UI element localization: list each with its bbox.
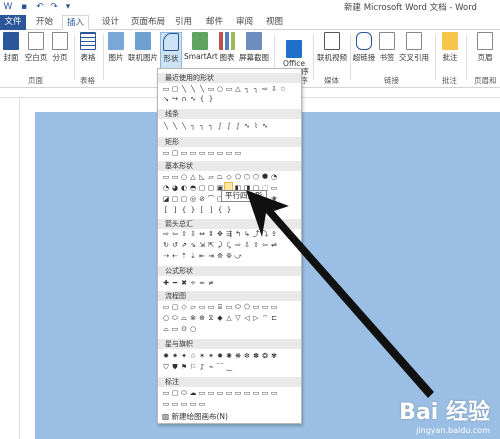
baidu-logo: Bai 经验 [399,400,490,425]
page-break-button[interactable]: 分页 [50,32,70,63]
tooltip: 平行四边形 [221,190,267,202]
section-stars-banners: 星与旗帜 [158,339,301,349]
group-label-tables: 表格 [80,76,95,85]
screenshot-button[interactable]: 屏幕截图 [238,32,270,63]
word-logo-icon: W [3,2,13,12]
shape-row[interactable]: []{}[]{} [162,206,298,215]
smartart-button[interactable]: SmartArt [184,32,218,61]
shape-row[interactable]: ○ ⬭ ⌓ ⊗ ⊕ ⧖ ◆ △ ▽ ◁ ▷ ⌔ ⊏ [162,314,298,323]
picture-icon [108,32,124,50]
header-button[interactable]: 页眉 [474,32,496,63]
section-lines: 线条 [158,109,301,119]
tab-view[interactable]: 视图 [262,15,287,30]
section-equation-shapes: 公式形状 [158,266,301,276]
table-button[interactable]: 表格 [78,32,98,63]
group-label-comments: 批注 [442,76,457,85]
shapes-button[interactable]: 形状 [160,32,182,72]
baidu-watermark: Bai 经验 jingyan.baidu.com [399,394,490,435]
cover-page-button[interactable]: 封面 [1,32,21,63]
shape-row[interactable]: ▭ ▢ ╲ ╲ ╲ ▭ ○ ▭ △ ┐ ┐ ⇨ ⇩ ☆ [162,85,298,94]
shape-row[interactable]: ⇨ ⇦ ⇧ ⇩ ⇔ ⇕ ✥ ⇶ ↰ ↳ ⤴ ⤵ ⇪ [162,230,298,239]
section-callouts: 标注 [158,377,301,387]
shape-row[interactable]: ▭ ▢ ◇ ▱ ▭ ▭ ⌸ ▭ ⬭ ⬠ ▭ ▭ ▭ [162,303,298,312]
shape-row[interactable]: ▭ ▭ ○ △ ◺ ▱ ⏢ ◇ ⬠ ⬡ ⬡ ⯃ ◔ [162,173,298,182]
blank-page-button[interactable]: 空白页 [23,32,49,63]
shape-row[interactable]: ▭ ▢ ▭ ▭ ▭ ▭ ▭ ▭ ▭ [162,149,298,158]
online-picture-icon [135,32,151,50]
group-label-media: 媒体 [324,76,339,85]
hyperlink-button[interactable]: 超链接 [352,32,376,63]
group-label-pages: 页面 [28,76,43,85]
new-drawing-canvas-item[interactable]: ▨ 新建绘图画布(N) [162,411,228,422]
blank-page-icon [28,32,44,50]
tab-home[interactable]: 开始 [32,15,57,30]
shape-row[interactable]: ⌓ ▭ ⊙ ○ [162,325,298,334]
shape-row[interactable]: ⇢ ⇠ ⇡ ⇣ ⇤ ⇥ ⟰ ⟱ ⤻ [162,252,298,261]
new-drawing-canvas-label: 新建绘图画布(N) [171,412,228,421]
table-icon [80,32,96,50]
comment-button[interactable]: 批注 [440,32,460,63]
undo-icon[interactable]: ↶ [34,1,46,13]
shape-row[interactable]: ⛉ ⛊ ⚑ ⚐ ⎎ ⌁ ⏜ ⏝ [162,363,298,372]
section-basic-shapes: 基本形状 [158,161,301,171]
comment-icon [442,32,458,50]
chart-icon [219,32,235,50]
section-flowchart: 流程图 [158,291,301,301]
smartart-icon [192,32,208,50]
header-icon [477,32,493,50]
shape-row[interactable]: ✚ ━ ✖ ÷ ═ ≠ [162,279,298,288]
shape-row[interactable]: ↘ ↪ ∩ ∿{} [162,95,298,104]
section-block-arrows: 箭头总汇 [158,219,301,229]
picture-button[interactable]: 图片 [106,32,126,63]
ribbon-tabs: 文件 开始 插入 设计 页面布局 引用 邮件 审阅 视图 [0,14,500,30]
tab-design[interactable]: 设计 [98,15,123,30]
page-break-icon [52,32,68,50]
section-rectangles: 矩形 [158,137,301,147]
online-picture-button[interactable]: 联机图片 [128,32,158,63]
chart-button[interactable]: 图表 [218,32,236,63]
cross-reference-icon [406,32,422,50]
online-video-button[interactable]: 联机视频 [316,32,348,63]
office-store-icon [286,40,302,58]
watermark-url: jingyan.baidu.com [416,426,490,435]
tab-mailings[interactable]: 邮件 [202,15,227,30]
shape-row[interactable]: ▭ ▢ ⬭ ☁ ▭ ▭ ▭ ▭ ▭ ▭ ▭ ▭ ▭ [162,389,298,398]
tab-file[interactable]: 文件 [0,15,26,30]
bookmark-icon [379,32,395,50]
shapes-gallery: 最近使用的形状 ▭ ▢ ╲ ╲ ╲ ▭ ○ ▭ △ ┐ ┐ ⇨ ⇩ ☆ ↘ ↪ ∩ ∿{} 线条 ╲ ╲ ╲ ┐ ┐ ┐ ∫… [157,68,302,424]
title-bar: W ▪ ↶ ↷ ▾ 新建 Microsoft Word 文档 - Word [0,0,500,14]
vertical-ruler[interactable] [0,98,20,439]
cross-reference-button[interactable]: 交叉引用 [398,32,430,63]
group-label-links: 链接 [384,76,399,85]
section-recent-shapes: 最近使用的形状 [158,73,301,83]
redo-icon[interactable]: ↷ [48,1,60,13]
shape-row[interactable]: ▭ ▭ ▭ ▭ ▭ [162,400,298,409]
screenshot-icon [246,32,262,50]
shape-row[interactable]: ╲ ╲ ╲ ┐ ┐ ┐ ∫ ∫ ∫ ∿ ⌇ ∿ [162,122,298,131]
online-video-icon [324,32,340,50]
cover-page-icon [3,32,19,50]
shapes-icon [163,33,179,51]
canvas-icon: ▨ [162,412,170,421]
tab-layout[interactable]: 页面布局 [127,15,169,30]
shape-row[interactable]: ↻ ↺ ⇗ ⇘ ⇲ ⇱ ⤸ ⤹ ⇨ ⇩ ⇧ ⇦ ⇌ [162,241,298,250]
customize-icon[interactable]: ▾ [62,1,74,13]
tab-insert[interactable]: 插入 [62,15,90,30]
save-icon[interactable]: ▪ [18,1,30,13]
hyperlink-icon [356,32,372,50]
tab-review[interactable]: 审阅 [232,15,257,30]
shape-row[interactable]: ✸ ✷ ✦ ☆ ✶ ✴ ✹ ✺ ❋ ✼ ✽ ❂ ✾ [162,352,298,361]
tab-references[interactable]: 引用 [171,15,196,30]
window-title: 新建 Microsoft Word 文档 - Word [344,3,477,13]
group-label-header-footer: 页眉和 [474,76,497,85]
bookmark-button[interactable]: 书签 [378,32,396,63]
